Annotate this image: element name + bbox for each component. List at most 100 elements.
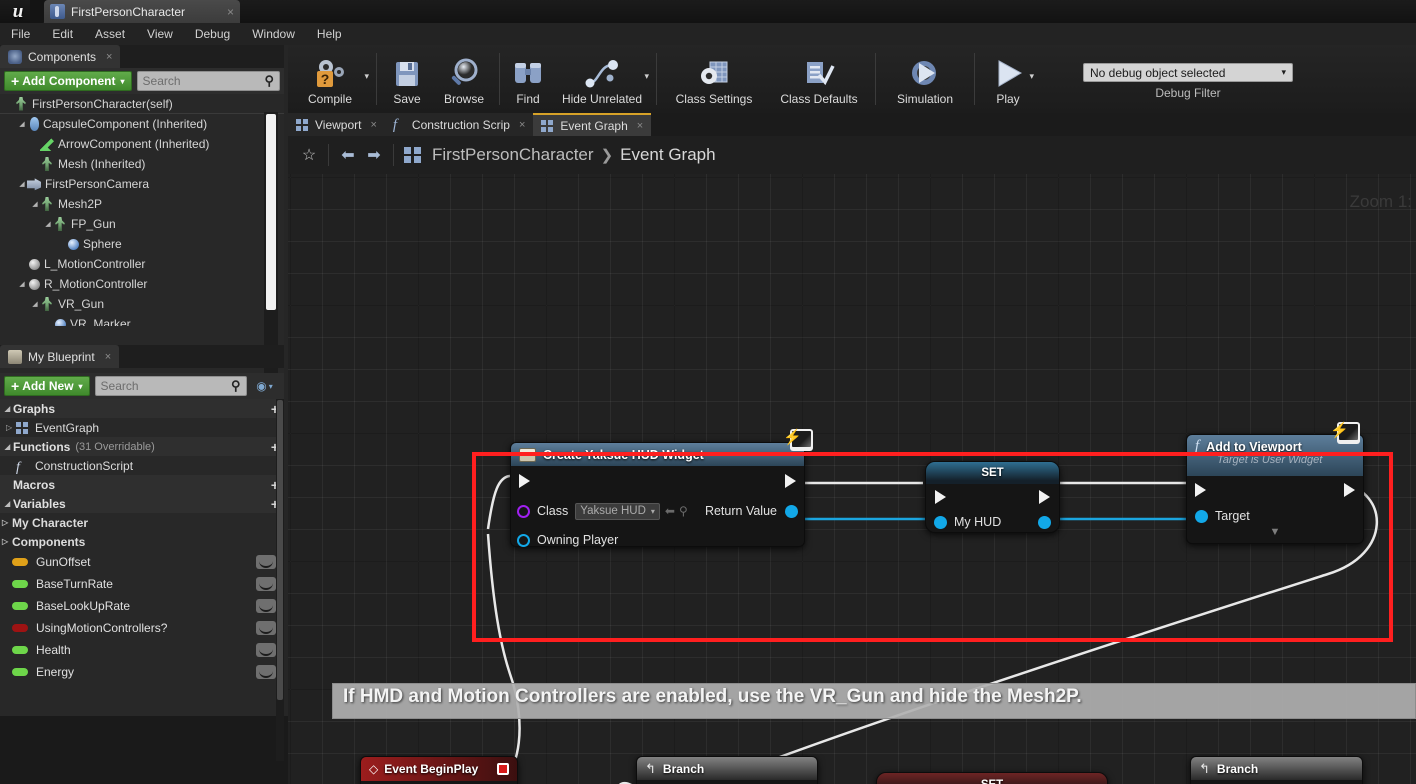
close-icon[interactable]: × xyxy=(370,119,376,131)
favorite-star-icon[interactable]: ☆ xyxy=(296,142,322,168)
component-tree-row[interactable]: ◢ FirstPersonCamera xyxy=(0,174,284,194)
toolbar-button-simulation[interactable]: Simulation xyxy=(880,45,970,113)
toolbar-button-browse[interactable]: Browse xyxy=(433,45,495,113)
toolbar-button-compile[interactable]: ? Compile ▾ xyxy=(288,45,372,113)
event-stop-icon[interactable] xyxy=(497,763,509,775)
eye-icon[interactable] xyxy=(256,577,276,591)
component-tree-row[interactable]: Sphere xyxy=(0,234,284,254)
graph-canvas[interactable]: Zoom 1: If HMD and Motion Controllers ar… xyxy=(288,174,1416,784)
graph-comment-box[interactable]: If HMD and Motion Controllers are enable… xyxy=(332,683,1416,719)
section-header-variables[interactable]: ◢ Variables + xyxy=(0,494,284,513)
variable-row[interactable]: BaseTurnRate xyxy=(0,573,284,595)
tab-viewport[interactable]: Viewport × xyxy=(288,113,385,136)
menu-item-debug[interactable]: Debug xyxy=(184,23,241,45)
tab-construction-script[interactable]: f Construction Scrip × xyxy=(384,113,534,136)
component-tree[interactable]: FirstPersonCharacter(self) ◢ CapsuleCompon… xyxy=(0,94,284,326)
components-search-input[interactable]: Search ⚲ xyxy=(136,71,280,91)
toolbar-button-class-settings[interactable]: Class Settings xyxy=(661,45,767,113)
node-branch-2[interactable]: ↰ Branch True Condition False xyxy=(1190,756,1363,784)
close-icon[interactable]: × xyxy=(227,5,234,19)
breadcrumb-root[interactable]: FirstPersonCharacter xyxy=(432,145,594,165)
toolbar-button-play[interactable]: Play ▾ xyxy=(979,45,1037,113)
close-icon[interactable]: × xyxy=(637,120,643,132)
variable-row[interactable]: UsingMotionControllers? xyxy=(0,617,284,639)
class-input-pin[interactable] xyxy=(517,504,530,518)
owning-player-input-pin[interactable] xyxy=(517,533,530,547)
tab-my-blueprint[interactable]: My Blueprint × xyxy=(0,345,120,368)
component-tree-row[interactable]: ◢ VR_Gun xyxy=(0,294,284,314)
component-tree-scrollbar-thumb[interactable] xyxy=(266,114,276,310)
component-tree-row[interactable]: FirstPersonCharacter(self) xyxy=(0,94,284,114)
component-tree-row[interactable]: L_MotionController xyxy=(0,254,284,274)
menu-item-help[interactable]: Help xyxy=(306,23,353,45)
chevron-down-icon[interactable]: ▾ xyxy=(364,71,369,82)
section-header-functions[interactable]: ◢ Functions (31 Overridable) + xyxy=(0,437,284,456)
node-add-to-viewport[interactable]: f Add to Viewport Target is User Widget … xyxy=(1186,434,1364,544)
menu-item-view[interactable]: View xyxy=(136,23,184,45)
component-tree-scrollbar-track[interactable] xyxy=(264,112,278,375)
variable-row[interactable]: GunOffset xyxy=(0,551,284,573)
my-hud-output-pin[interactable] xyxy=(1038,515,1051,529)
browse-icon[interactable]: ⚲ xyxy=(679,504,688,518)
component-tree-row[interactable]: ◢ Mesh2P xyxy=(0,194,284,214)
exec-output-pin[interactable] xyxy=(785,474,796,488)
expand-arrow-icon[interactable]: ◢ xyxy=(43,220,53,228)
close-icon[interactable]: × xyxy=(105,351,111,363)
tab-components[interactable]: Components × xyxy=(0,45,121,68)
expand-arrow-icon[interactable]: ◢ xyxy=(17,180,27,188)
expand-arrow-icon[interactable]: ▷ xyxy=(2,537,12,546)
myblueprint-scrollbar-thumb[interactable] xyxy=(277,400,283,700)
component-tree-row[interactable]: ◢ FP_Gun xyxy=(0,214,284,234)
use-selected-icon[interactable]: ⬅ xyxy=(665,504,675,518)
variable-group-my-character[interactable]: ▷ My Character xyxy=(0,513,284,532)
component-tree-row[interactable]: ◢ CapsuleComponent (Inherited) xyxy=(0,114,284,134)
node-set-my-hud[interactable]: SET My HUD xyxy=(925,461,1060,533)
myblueprint-scrollbar-track[interactable] xyxy=(276,399,284,761)
close-icon[interactable]: × xyxy=(519,119,525,131)
class-value-dropdown[interactable]: Yaksue HUD ▾ xyxy=(575,502,660,520)
menu-item-window[interactable]: Window xyxy=(241,23,306,45)
component-tree-row[interactable]: ArrowComponent (Inherited) xyxy=(0,134,284,154)
my-hud-input-pin[interactable] xyxy=(934,515,947,529)
document-tab-firstpersoncharacter[interactable]: FirstPersonCharacter × xyxy=(44,0,240,23)
eye-icon[interactable] xyxy=(256,599,276,613)
toolbar-button-save[interactable]: Save xyxy=(381,45,433,113)
toolbar-button-hide-unrelated[interactable]: Hide Unrelated ▾ xyxy=(552,45,652,113)
return-value-output-pin[interactable] xyxy=(785,504,798,518)
myblueprint-search-input[interactable]: Search ⚲ xyxy=(94,376,247,396)
toolbar-button-class-defaults[interactable]: Class Defaults xyxy=(767,45,871,113)
variable-row[interactable]: Health xyxy=(0,639,284,661)
eye-icon[interactable] xyxy=(256,643,276,657)
add-new-button[interactable]: + Add New ▾ xyxy=(4,376,90,396)
close-icon[interactable]: × xyxy=(106,51,112,63)
node-create-yaksue-hud-widget[interactable]: Create Yaksue HUD Widget Class Yaksue HU… xyxy=(510,442,805,547)
blueprint-item-constructionscript[interactable]: f ConstructionScript xyxy=(0,456,284,475)
tab-event-graph[interactable]: Event Graph × xyxy=(533,113,652,136)
target-input-pin[interactable] xyxy=(1195,509,1208,523)
node-set-use-controller-rotation-yaw[interactable]: SET Use Controller Rotation Yaw xyxy=(876,772,1108,784)
visibility-toggle-button[interactable]: ◉ ▾ xyxy=(252,376,278,396)
component-tree-row[interactable]: Mesh (Inherited) xyxy=(0,154,284,174)
section-header-macros[interactable]: Macros + xyxy=(0,475,284,494)
expand-arrow-icon[interactable]: ◢ xyxy=(30,300,40,308)
chevron-down-icon[interactable]: ▾ xyxy=(1029,71,1034,82)
section-header-graphs[interactable]: ◢ Graphs + xyxy=(0,399,284,418)
back-arrow-icon[interactable]: ⬅ xyxy=(335,142,361,168)
component-tree-row[interactable]: VR_Marker xyxy=(0,314,284,326)
menu-item-asset[interactable]: Asset xyxy=(84,23,136,45)
add-component-button[interactable]: + Add Component ▾ xyxy=(4,71,132,91)
exec-output-pin[interactable] xyxy=(1344,483,1355,497)
toolbar-button-find[interactable]: Find xyxy=(504,45,552,113)
chevron-down-icon[interactable]: ▾ xyxy=(644,71,649,82)
variable-group-components[interactable]: ▷ Components xyxy=(0,532,284,551)
node-event-begin-play[interactable]: ◇ Event BeginPlay xyxy=(360,756,518,784)
exec-input-pin[interactable] xyxy=(1195,483,1206,497)
exec-input-pin[interactable] xyxy=(519,474,530,488)
component-tree-row[interactable]: ◢ R_MotionController xyxy=(0,274,284,294)
eye-icon[interactable] xyxy=(256,665,276,679)
debug-object-dropdown[interactable]: No debug object selected ▾ xyxy=(1083,63,1293,82)
expand-arrow-icon[interactable]: ◢ xyxy=(2,443,13,451)
expand-arrow-icon[interactable]: ▷ xyxy=(6,423,16,432)
variable-row[interactable]: Energy xyxy=(0,661,284,683)
expand-arrow-icon[interactable]: ◢ xyxy=(30,200,40,208)
